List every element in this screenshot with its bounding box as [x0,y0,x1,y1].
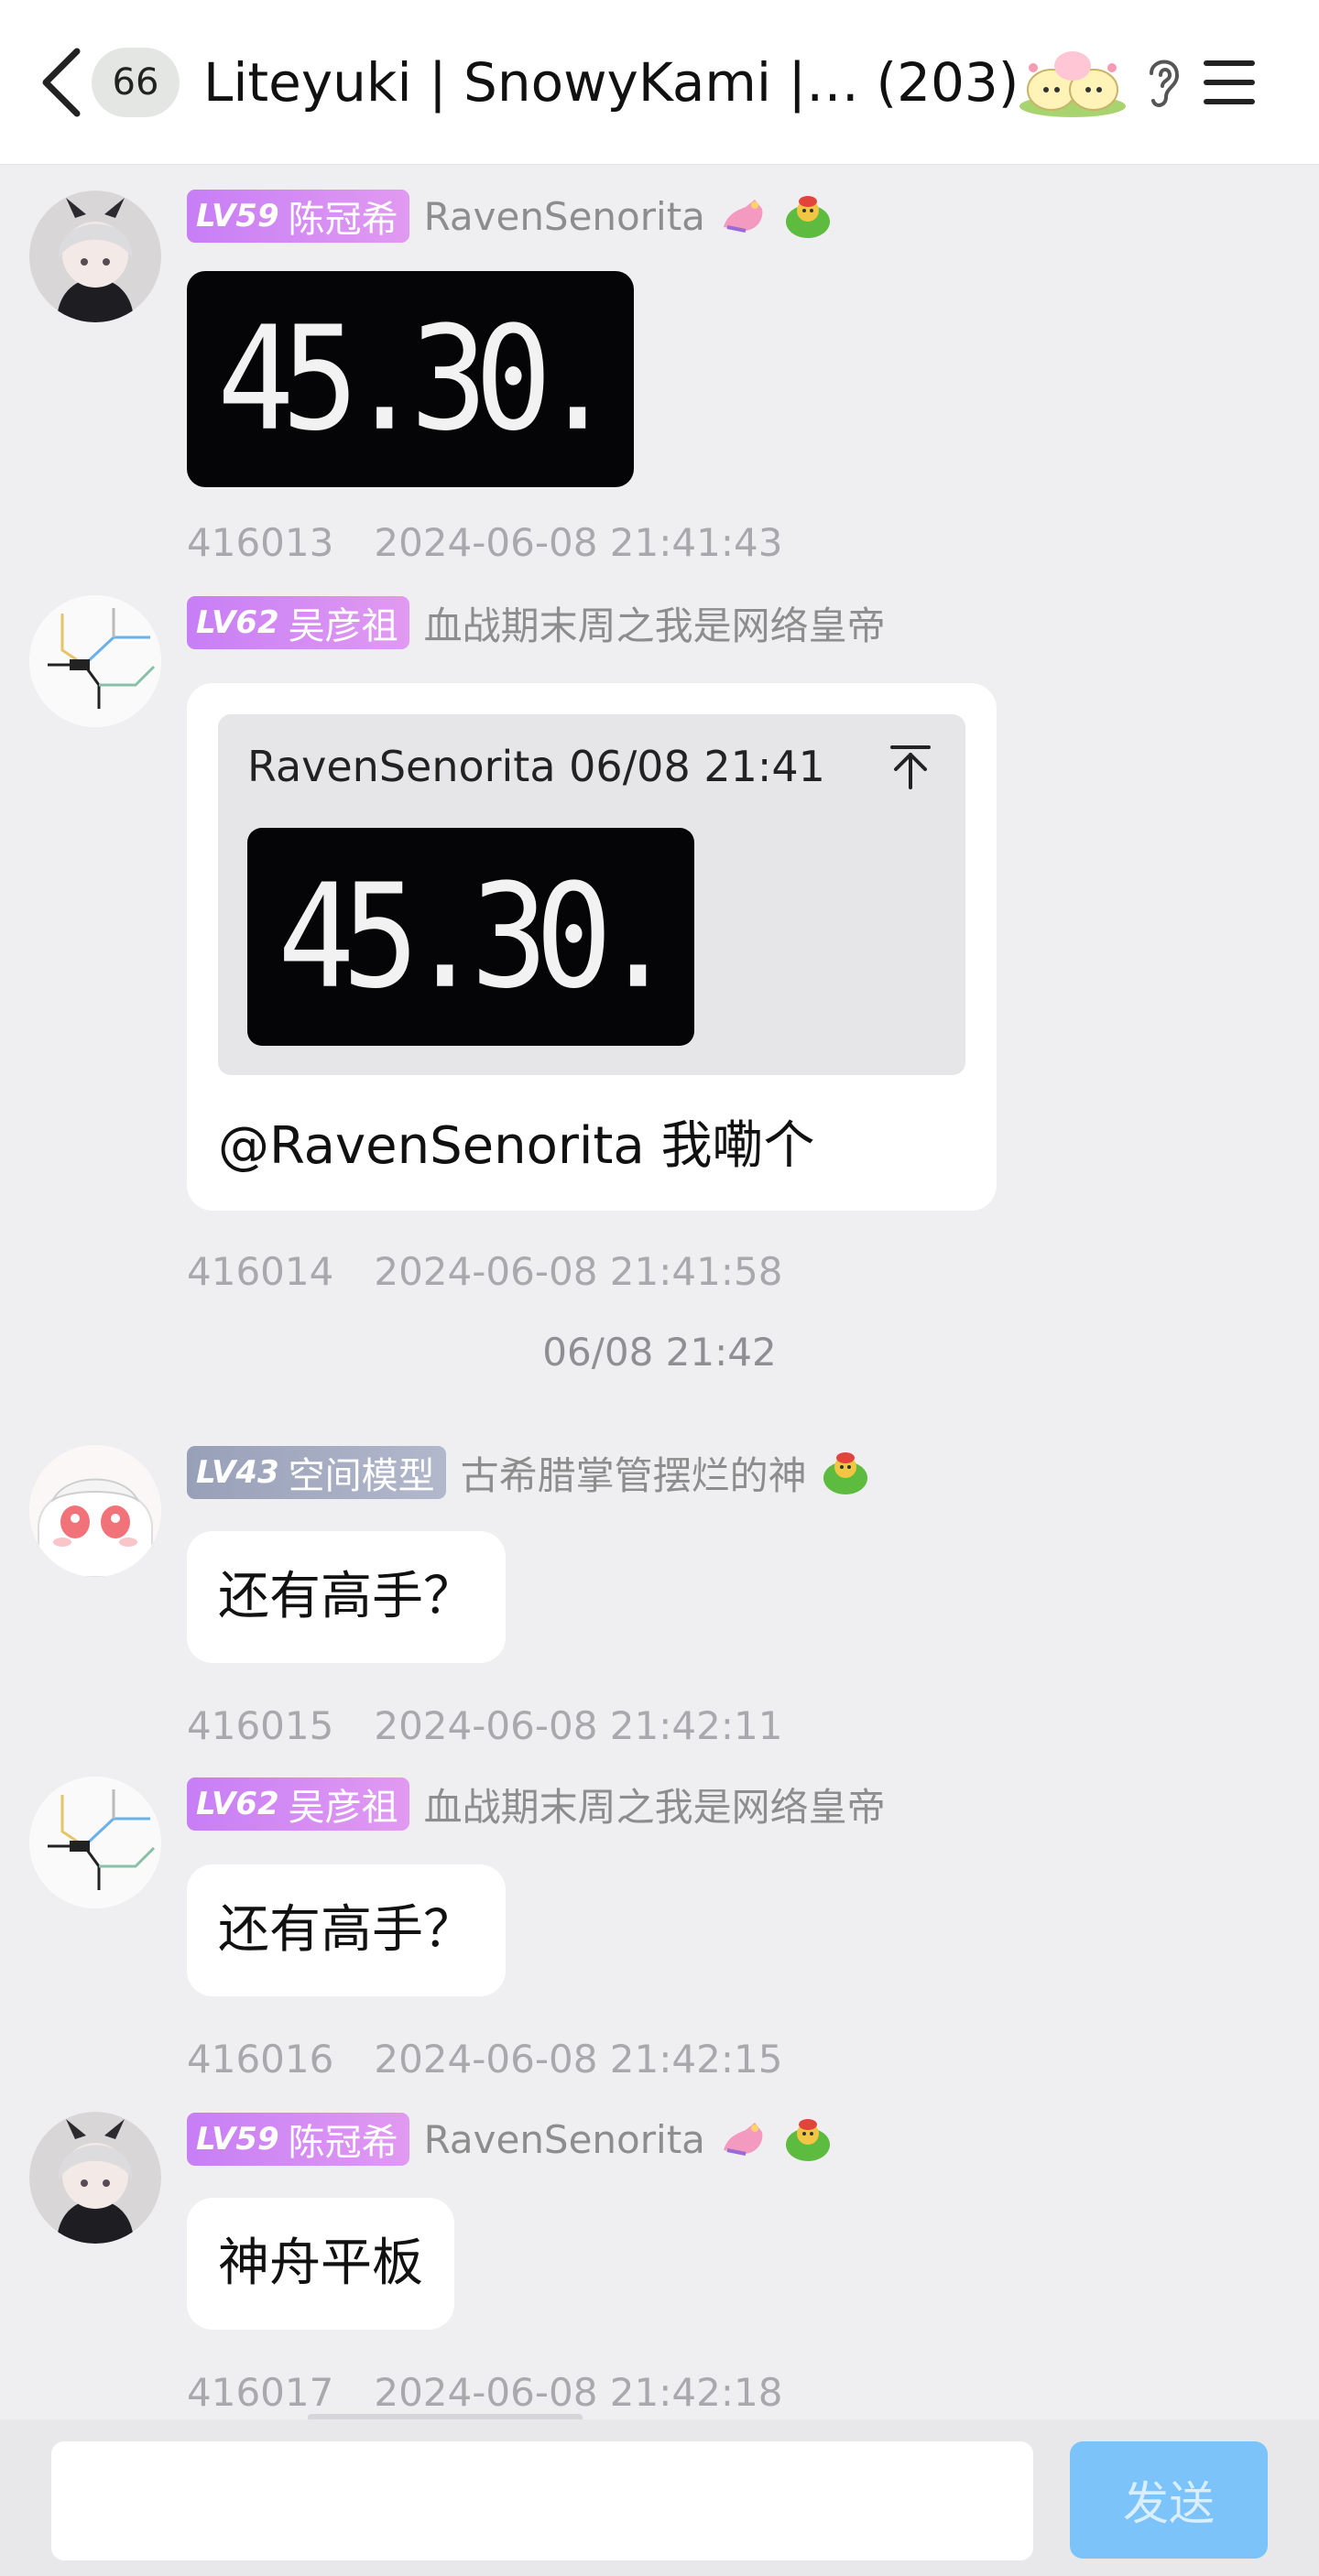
shoe-emoji-icon [723,200,763,233]
image-message[interactable]: 45.30. [187,271,634,487]
sender-meta: LV59 陈冠希 RavenSenorita [187,2112,834,2167]
message-id: 416017 [187,2370,334,2415]
message-timestamp: 2024-06-08 21:42:11 [374,1703,783,1748]
message-info: 416017 2024-06-08 21:42:18 [187,2370,782,2415]
group-title[interactable]: Liteyuki | SnowyKami |… (203) [203,48,1019,117]
quoted-message[interactable]: RavenSenorita 06/08 21:41 45.30. [218,714,965,1075]
sender-nickname[interactable]: RavenSenorita [424,194,705,239]
bunny-emoji-icon [1019,51,1126,117]
message-input[interactable] [51,2441,1033,2560]
level-badge: LV62 吴彦祖 [187,596,409,649]
quoted-message-header: RavenSenorita 06/08 21:41 [247,742,825,791]
jump-to-top-icon[interactable] [887,742,934,793]
message-id: 416016 [187,2037,334,2081]
text-message-bubble[interactable]: 还有高手？ [187,1864,506,1996]
cucumber-emoji-icon [823,1452,867,1495]
sender-nickname[interactable]: RavenSenorita [424,2117,705,2162]
message-info: 416014 2024-06-08 21:41:58 [187,1249,782,1294]
reply-text: @RavenSenorita 我嘞个 [218,1116,815,1176]
message-info: 416013 2024-06-08 21:41:43 [187,520,782,565]
sender-meta: LV62 吴彦祖 血战期末周之我是网络皇帝 [187,595,886,650]
quoted-image[interactable]: 45.30. [247,828,694,1046]
message-timestamp: 2024-06-08 21:41:58 [374,1249,783,1294]
image-message-text: 45.30. [217,295,616,463]
unread-count-badge[interactable]: 66 [92,48,180,117]
text-message-bubble[interactable]: 还有高手？ [187,1531,506,1663]
sender-nickname[interactable]: 血战期末周之我是网络皇帝 [424,1777,886,1832]
message-timestamp: 2024-06-08 21:42:15 [374,2037,783,2081]
message-id: 416015 [187,1703,334,1748]
avatar[interactable] [29,595,161,727]
cucumber-emoji-icon [785,196,830,238]
sender-nickname[interactable]: 古希腊掌管摆烂的神 [461,1445,807,1501]
avatar[interactable] [29,1777,161,1908]
ear-icon[interactable] [1140,53,1186,114]
message-info: 416016 2024-06-08 21:42:15 [187,2037,782,2081]
shoe-emoji-icon [723,2123,763,2156]
time-divider: 06/08 21:42 [542,1330,777,1375]
avatar[interactable] [29,190,161,322]
avatar[interactable] [29,2112,161,2244]
level-badge: LV59 陈冠希 [187,190,409,243]
cucumber-emoji-icon [785,2119,830,2161]
message-timestamp: 2024-06-08 21:42:18 [374,2370,783,2415]
input-bar: 发送 [0,2419,1319,2576]
level-badge: LV62 吴彦祖 [187,1777,409,1831]
message-id: 416014 [187,1249,334,1294]
send-button[interactable]: 发送 [1070,2441,1268,2559]
message-id: 416013 [187,520,334,565]
level-badge: LV59 陈冠希 [187,2113,409,2166]
level-badge: LV43 空间模型 [187,1446,446,1499]
message-timestamp: 2024-06-08 21:41:43 [374,520,783,565]
chat-header: 66 Liteyuki | SnowyKami |… (203) [0,0,1319,165]
sender-meta: LV43 空间模型 古希腊掌管摆烂的神 [187,1445,871,1500]
sender-nickname[interactable]: 血战期末周之我是网络皇帝 [424,595,886,651]
reply-message-bubble[interactable]: RavenSenorita 06/08 21:41 45.30. @RavenS… [187,683,997,1211]
text-message-bubble[interactable]: 神舟平板 [187,2198,454,2330]
menu-icon[interactable] [1200,53,1259,112]
sender-meta: LV62 吴彦祖 血战期末周之我是网络皇帝 [187,1777,886,1831]
sender-meta: LV59 陈冠希 RavenSenorita [187,189,834,244]
back-arrow-icon[interactable] [37,44,88,121]
avatar[interactable] [29,1445,161,1577]
quoted-image-text: 45.30. [278,853,677,1021]
message-info: 416015 2024-06-08 21:42:11 [187,1703,782,1748]
